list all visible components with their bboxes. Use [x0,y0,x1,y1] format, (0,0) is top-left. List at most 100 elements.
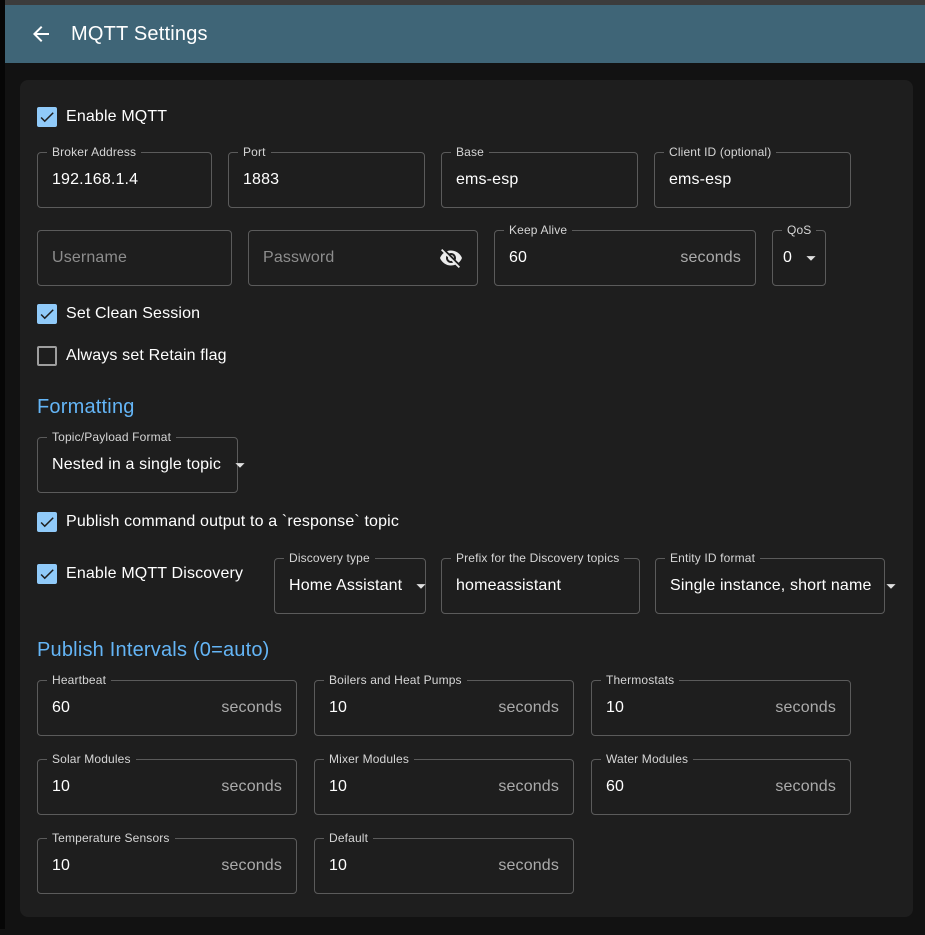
chevron-down-icon [410,575,432,597]
credentials-row: Keep Alive seconds QoS 0 [37,230,896,286]
interval-label: Mixer Modules [324,752,414,767]
visibility-off-icon [439,246,463,270]
page-title: MQTT Settings [71,23,208,46]
interval-suffix: seconds [498,778,559,796]
entity-id-format-value: Single instance, short name [670,577,872,595]
default-interval-input[interactable] [329,857,498,875]
arrow-back-icon [29,22,53,46]
heartbeat-interval-field: Heartbeat seconds [37,680,297,736]
broker-address-input[interactable] [52,171,197,189]
enable-discovery-label: Enable MQTT Discovery [66,565,243,583]
boilers-interval-input[interactable] [329,699,498,717]
client-id-label: Client ID (optional) [664,145,776,160]
interval-label: Thermostats [601,673,679,688]
app-bar: MQTT Settings [5,5,925,63]
topic-payload-format-select[interactable]: Topic/Payload Format Nested in a single … [37,437,238,493]
chevron-down-icon [800,247,822,269]
discovery-row: Enable MQTT Discovery Discovery type Hom… [37,558,896,614]
topic-payload-format-label: Topic/Payload Format [47,430,176,445]
broker-address-label: Broker Address [47,145,141,160]
base-label: Base [451,145,489,160]
window-left-edge [0,0,5,929]
discovery-prefix-label: Prefix for the Discovery topics [451,551,624,566]
water-interval-input[interactable] [606,778,775,796]
interval-suffix: seconds [221,699,282,717]
client-id-field: Client ID (optional) [654,152,851,208]
clean-session-label: Set Clean Session [66,305,200,323]
publish-response-label: Publish command output to a `response` t… [66,513,399,531]
checkbox-checked-icon [37,107,57,127]
qos-label: QoS [782,223,816,238]
enable-mqtt-label: Enable MQTT [66,108,167,126]
temperature-interval-field: Temperature Sensors seconds [37,838,297,894]
mixer-interval-input[interactable] [329,778,498,796]
interval-label: Water Modules [601,752,693,767]
discovery-prefix-input[interactable] [456,577,625,595]
discovery-prefix-field: Prefix for the Discovery topics [441,558,640,614]
broker-address-field: Broker Address [37,152,212,208]
keep-alive-label: Keep Alive [504,223,572,238]
enable-discovery-checkbox[interactable]: Enable MQTT Discovery [37,562,259,586]
interval-label: Solar Modules [47,752,136,767]
topic-payload-format-value: Nested in a single topic [52,456,221,474]
toggle-password-visibility-button[interactable] [439,246,463,270]
retain-flag-checkbox[interactable]: Always set Retain flag [37,344,227,368]
interval-label: Default [324,831,373,846]
back-button[interactable] [29,22,53,46]
checkbox-checked-icon [37,304,57,324]
retain-flag-label: Always set Retain flag [66,347,227,365]
interval-suffix: seconds [221,857,282,875]
interval-suffix: seconds [221,778,282,796]
default-interval-field: Default seconds [314,838,574,894]
page-body: Enable MQTT Broker Address Port Base Cli… [0,63,925,935]
username-field [37,230,232,286]
publish-intervals-heading: Publish Intervals (0=auto) [37,639,896,662]
formatting-heading: Formatting [37,396,896,419]
keep-alive-field: Keep Alive seconds [494,230,756,286]
base-field: Base [441,152,638,208]
boilers-interval-field: Boilers and Heat Pumps seconds [314,680,574,736]
port-input[interactable] [243,171,410,189]
qos-value: 0 [783,249,792,267]
entity-id-format-select[interactable]: Entity ID format Single instance, short … [655,558,885,614]
checkbox-checked-icon [37,564,57,584]
base-input[interactable] [456,171,623,189]
checkbox-checked-icon [37,512,57,532]
settings-card: Enable MQTT Broker Address Port Base Cli… [20,80,913,917]
entity-id-format-label: Entity ID format [665,551,760,566]
username-input[interactable] [52,249,217,267]
publish-intervals-grid: Heartbeat seconds Boilers and Heat Pumps… [37,680,896,894]
clean-session-checkbox[interactable]: Set Clean Session [37,302,200,326]
checkbox-unchecked-icon [37,346,57,366]
keep-alive-input[interactable] [509,249,680,267]
solar-interval-input[interactable] [52,778,221,796]
temperature-interval-input[interactable] [52,857,221,875]
chevron-down-icon [880,575,902,597]
thermostats-interval-input[interactable] [606,699,775,717]
qos-select[interactable]: QoS 0 [772,230,826,286]
interval-label: Temperature Sensors [47,831,175,846]
interval-suffix: seconds [775,778,836,796]
water-interval-field: Water Modules seconds [591,759,851,815]
chevron-down-icon [229,454,251,476]
client-id-input[interactable] [669,171,836,189]
thermostats-interval-field: Thermostats seconds [591,680,851,736]
heartbeat-interval-input[interactable] [52,699,221,717]
password-field [248,230,478,286]
mixer-interval-field: Mixer Modules seconds [314,759,574,815]
port-field: Port [228,152,425,208]
enable-mqtt-checkbox[interactable]: Enable MQTT [37,105,167,129]
discovery-type-label: Discovery type [284,551,375,566]
interval-label: Boilers and Heat Pumps [324,673,467,688]
interval-suffix: seconds [775,699,836,717]
port-label: Port [238,145,271,160]
interval-suffix: seconds [498,857,559,875]
keep-alive-suffix: seconds [680,249,741,267]
interval-suffix: seconds [498,699,559,717]
discovery-type-select[interactable]: Discovery type Home Assistant [274,558,426,614]
publish-response-checkbox[interactable]: Publish command output to a `response` t… [37,510,399,534]
password-input[interactable] [263,249,439,267]
interval-label: Heartbeat [47,673,111,688]
discovery-type-value: Home Assistant [289,577,402,595]
solar-interval-field: Solar Modules seconds [37,759,297,815]
